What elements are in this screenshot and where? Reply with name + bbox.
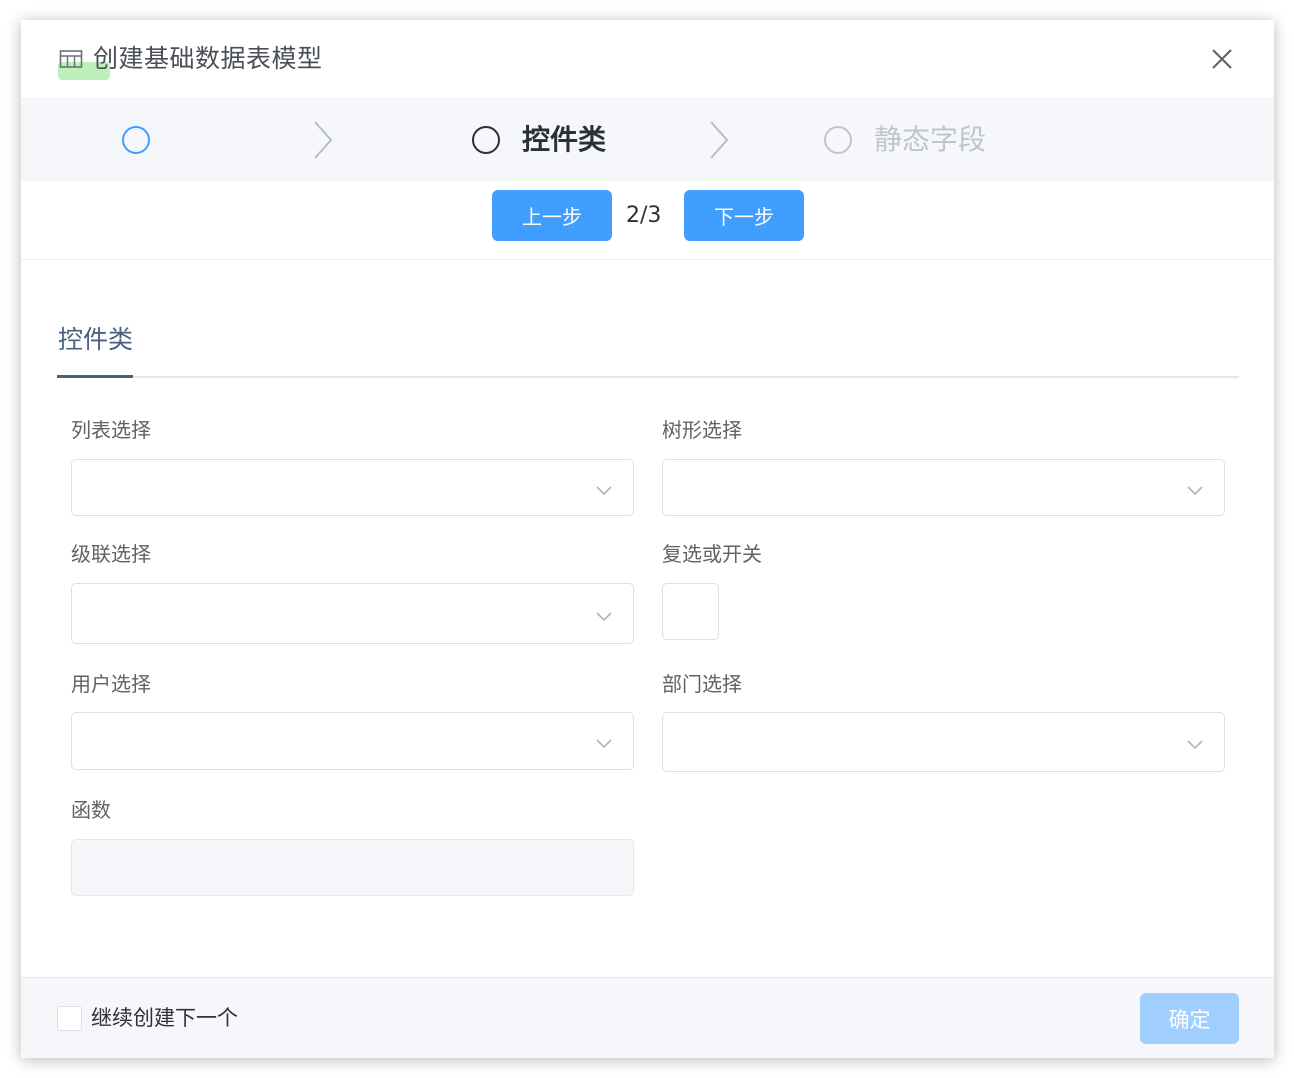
user-select-label: 用户选择: [71, 672, 151, 696]
list-select[interactable]: [71, 459, 634, 516]
dialog-header: 创建基础数据表模型: [21, 20, 1274, 99]
prev-step-button[interactable]: 上一步: [492, 190, 612, 241]
tree-select[interactable]: [662, 459, 1225, 516]
dept-select[interactable]: [662, 712, 1225, 772]
dialog-title: 创建基础数据表模型: [93, 44, 323, 73]
step-status-icon: [122, 126, 150, 154]
step-label: 静态字段: [874, 123, 987, 156]
chevron-down-icon: [595, 608, 613, 621]
chevron-down-icon: [595, 482, 613, 495]
confirm-button[interactable]: 确定: [1140, 993, 1239, 1044]
step-3[interactable]: 静态字段: [824, 99, 986, 181]
tree-select-label: 树形选择: [662, 418, 742, 442]
user-select[interactable]: [71, 712, 634, 770]
table-icon: [59, 48, 83, 70]
step-label: 控件类: [522, 123, 607, 156]
chevron-down-icon: [595, 735, 613, 749]
tab-controls[interactable]: 控件类: [57, 316, 134, 378]
tab-label: 控件类: [58, 325, 134, 354]
cascade-select[interactable]: [71, 583, 634, 644]
create-table-model-dialog: 创建基础数据表模型 控件类 静态字段 上一步 2/3 下一步 控件类 列表选择 …: [21, 20, 1274, 1058]
continue-create-checkbox[interactable]: [57, 1006, 82, 1031]
steps-bar: 控件类 静态字段: [21, 99, 1274, 181]
chevron-down-icon: [1186, 482, 1204, 495]
function-input: [71, 839, 634, 896]
chevron-right-icon: [707, 120, 731, 160]
chevron-down-icon: [1186, 736, 1204, 750]
function-label: 函数: [71, 798, 111, 822]
dialog-footer: 继续创建下一个 确定: [21, 977, 1274, 1058]
checkbox-switch[interactable]: [662, 583, 719, 640]
section-tabs: 控件类: [57, 316, 1239, 378]
step-pager: 上一步 2/3 下一步: [21, 181, 1274, 260]
step-status-icon: [472, 126, 500, 154]
step-2[interactable]: 控件类: [472, 99, 606, 181]
step-status-icon: [824, 126, 852, 154]
step-1[interactable]: [122, 99, 172, 181]
continue-create-label[interactable]: 继续创建下一个: [91, 1002, 238, 1034]
dept-select-label: 部门选择: [662, 672, 742, 696]
chevron-right-icon: [311, 120, 335, 160]
list-select-label: 列表选择: [71, 418, 151, 442]
checkbox-switch-label: 复选或开关: [662, 542, 762, 566]
close-icon[interactable]: [1210, 47, 1234, 71]
cascade-select-label: 级联选择: [71, 542, 151, 566]
next-step-button[interactable]: 下一步: [684, 190, 804, 241]
step-indicator: 2/3: [626, 203, 662, 228]
tab-active-indicator: [57, 375, 133, 378]
